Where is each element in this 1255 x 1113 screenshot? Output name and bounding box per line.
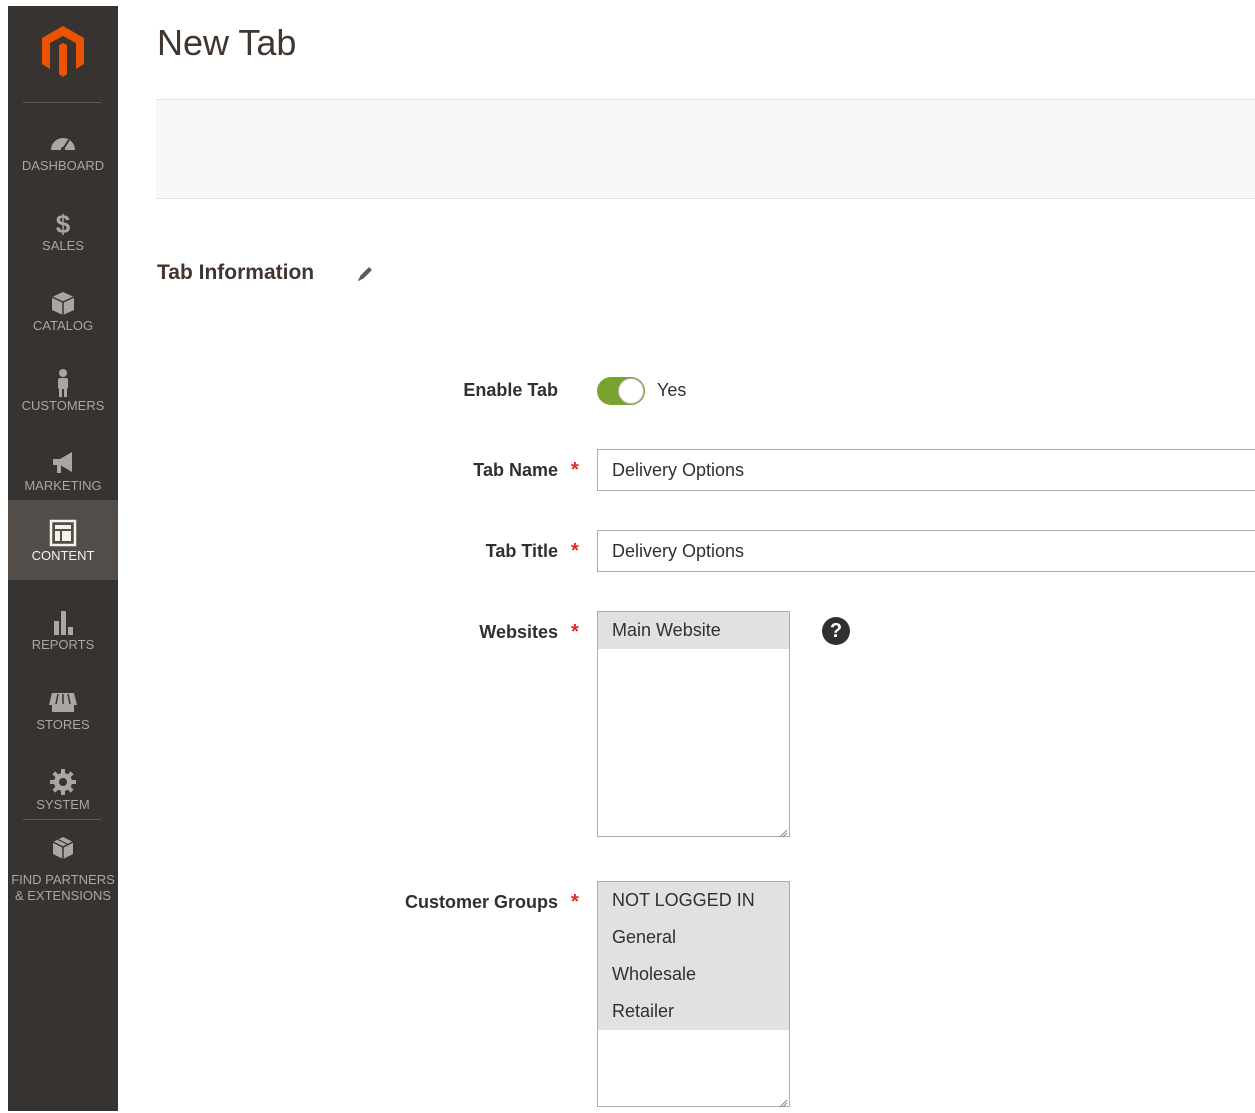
page-title: New Tab xyxy=(157,22,297,63)
sidebar-item-label: SALES xyxy=(42,238,84,253)
bar-chart-icon xyxy=(48,607,78,637)
customer-group-option[interactable]: Wholesale xyxy=(598,956,789,993)
required-mark: * xyxy=(571,891,579,913)
required-mark: * xyxy=(571,540,579,562)
customer-group-option[interactable]: NOT LOGGED IN xyxy=(598,882,789,919)
gear-icon xyxy=(48,767,78,797)
dashboard-icon xyxy=(48,128,78,158)
sidebar-item-system[interactable]: SYSTEM xyxy=(8,753,118,833)
sidebar-item-content[interactable]: CONTENT xyxy=(8,500,118,580)
dollar-icon: $ xyxy=(48,208,78,239)
resize-grip-icon[interactable] xyxy=(778,1095,788,1108)
layout-icon xyxy=(48,518,78,548)
box-icon xyxy=(48,288,78,318)
tab-title-label: Tab Title xyxy=(485,541,558,561)
partners-line-1: FIND PARTNERS xyxy=(11,872,115,887)
websites-multiselect[interactable]: Main Website xyxy=(597,611,790,838)
tab-name-input[interactable] xyxy=(597,449,1255,491)
admin-sidebar: DASHBOARD $ SALES CATALOG CUSTOMERS MARK… xyxy=(8,6,118,1111)
sidebar-item-label: REPORTS xyxy=(31,637,95,652)
sidebar-item-catalog[interactable]: CATALOG xyxy=(8,274,118,354)
megaphone-icon xyxy=(48,448,78,478)
sidebar-item-label: CONTENT xyxy=(31,548,95,563)
section-title: Tab Information xyxy=(157,261,315,284)
help-icon[interactable]: ? xyxy=(822,617,850,645)
sidebar-item-find-partners[interactable]: FIND PARTNERS & EXTENSIONS xyxy=(8,832,118,908)
customer-groups-label: Customer Groups xyxy=(404,892,558,912)
page-actions-bar xyxy=(156,99,1255,199)
sidebar-divider xyxy=(23,102,101,103)
sidebar-item-label: SYSTEM xyxy=(36,797,90,812)
sidebar-item-label: CUSTOMERS xyxy=(21,398,105,413)
required-mark: * xyxy=(571,459,579,481)
websites-option[interactable]: Main Website xyxy=(598,612,789,649)
sidebar-item-dashboard[interactable]: DASHBOARD xyxy=(8,114,118,194)
person-icon xyxy=(48,368,78,398)
sidebar-item-label: FIND PARTNERS & EXTENSIONS xyxy=(8,872,118,904)
magento-logo-icon[interactable] xyxy=(38,20,88,80)
sidebar-item-reports[interactable]: REPORTS xyxy=(8,593,118,673)
sidebar-divider xyxy=(23,819,101,820)
enable-tab-toggle[interactable] xyxy=(597,377,645,405)
sidebar-item-sales[interactable]: $ SALES xyxy=(8,194,118,274)
pencil-icon[interactable] xyxy=(356,265,374,283)
partners-line-2: & EXTENSIONS xyxy=(14,888,112,903)
sidebar-item-label: CATALOG xyxy=(32,318,94,333)
toggle-knob xyxy=(618,378,644,404)
sidebar-item-label: STORES xyxy=(36,717,90,732)
customer-group-option[interactable]: Retailer xyxy=(598,993,789,1030)
sidebar-item-stores[interactable]: STORES xyxy=(8,673,118,753)
enable-tab-state: Yes xyxy=(657,380,687,400)
websites-label: Websites xyxy=(479,622,558,642)
sidebar-item-label: MARKETING xyxy=(24,478,102,493)
required-mark: * xyxy=(571,621,579,643)
sidebar-item-label: DASHBOARD xyxy=(21,158,105,173)
tab-name-label: Tab Name xyxy=(473,460,558,480)
cubes-icon xyxy=(48,834,78,864)
svg-text:$: $ xyxy=(56,209,71,238)
customer-group-option[interactable]: General xyxy=(598,919,789,956)
enable-tab-label: Enable Tab xyxy=(463,380,558,400)
store-icon xyxy=(48,687,78,717)
sidebar-item-customers[interactable]: CUSTOMERS xyxy=(8,354,118,434)
tab-title-input[interactable] xyxy=(597,530,1255,572)
resize-grip-icon[interactable] xyxy=(778,825,788,838)
customer-groups-multiselect[interactable]: NOT LOGGED IN General Wholesale Retailer xyxy=(597,881,790,1108)
